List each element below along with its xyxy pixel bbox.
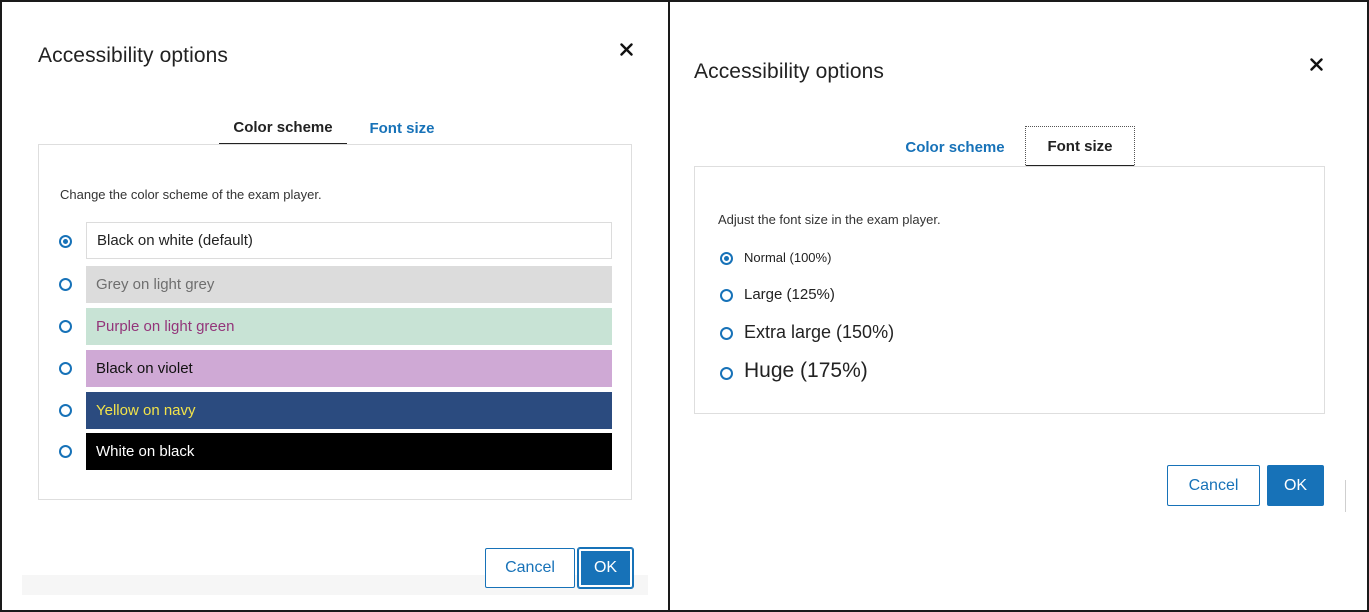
scheme-option-black-on-white[interactable]: Black on white (default) [86, 222, 612, 259]
dialog-title: Accessibility options [38, 44, 229, 67]
option-label: Black on violet [96, 360, 193, 377]
font-size-description: Adjust the font size in the exam player. [718, 212, 941, 227]
close-button[interactable] [1305, 53, 1329, 77]
font-option-large[interactable]: Large (125%) [744, 286, 835, 303]
radio-grey-on-light-grey[interactable] [59, 278, 72, 291]
radio-black-on-white[interactable] [59, 235, 72, 248]
radio-extra-large[interactable] [720, 327, 733, 340]
option-label: White on black [96, 443, 195, 460]
radio-normal[interactable] [720, 252, 733, 265]
scheme-option-purple-on-light-green[interactable]: Purple on light green [86, 308, 612, 345]
scheme-option-grey-on-light-grey[interactable]: Grey on light grey [86, 266, 612, 303]
option-label: Black on white (default) [97, 232, 253, 249]
tab-font-size[interactable]: Font size [352, 112, 452, 145]
radio-purple-on-light-green[interactable] [59, 320, 72, 333]
radio-white-on-black[interactable] [59, 445, 72, 458]
ok-button[interactable]: OK [1267, 465, 1324, 506]
close-icon [620, 43, 633, 56]
scrollbar-edge [1345, 480, 1346, 512]
scheme-option-white-on-black[interactable]: White on black [86, 433, 612, 470]
option-label: Yellow on navy [96, 402, 196, 419]
color-scheme-description: Change the color scheme of the exam play… [60, 187, 322, 202]
font-option-normal[interactable]: Normal (100%) [744, 250, 831, 265]
close-button[interactable] [615, 38, 639, 62]
option-label: Purple on light green [96, 318, 235, 335]
tab-color-scheme[interactable]: Color scheme [890, 127, 1020, 167]
accessibility-dialog-font-size: Accessibility options Color scheme Font … [670, 0, 1369, 612]
scheme-option-yellow-on-navy[interactable]: Yellow on navy [86, 392, 612, 429]
accessibility-dialog-color-scheme: Accessibility options Color scheme Font … [0, 0, 670, 612]
radio-yellow-on-navy[interactable] [59, 404, 72, 417]
font-option-extra-large[interactable]: Extra large (150%) [744, 322, 894, 343]
close-icon [1310, 58, 1323, 71]
radio-huge[interactable] [720, 367, 733, 380]
tab-font-size[interactable]: Font size [1025, 126, 1135, 167]
radio-large[interactable] [720, 289, 733, 302]
radio-black-on-violet[interactable] [59, 362, 72, 375]
option-label: Grey on light grey [96, 276, 215, 293]
cancel-button[interactable]: Cancel [485, 548, 575, 588]
font-option-huge[interactable]: Huge (175%) [744, 359, 868, 383]
scheme-option-black-on-violet[interactable]: Black on violet [86, 350, 612, 387]
cancel-button[interactable]: Cancel [1167, 465, 1260, 506]
tab-color-scheme[interactable]: Color scheme [219, 112, 347, 145]
ok-button[interactable]: OK [577, 547, 634, 589]
dialog-title: Accessibility options [694, 60, 885, 83]
